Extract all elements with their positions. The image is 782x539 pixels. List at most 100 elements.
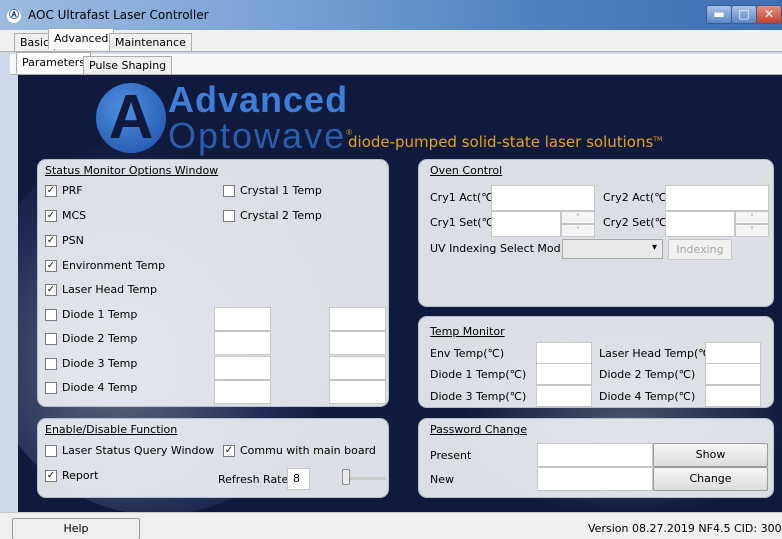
select-mode-label: Select Mode (500, 242, 560, 255)
checkbox-report-box[interactable]: ✓ (45, 469, 57, 482)
oven-control-title: Oven Control (430, 164, 503, 177)
logo-text-line2-word: Optowave (168, 115, 347, 156)
enable-disable-title: Enable/Disable Function (45, 423, 178, 436)
diode-3-temp-field (536, 385, 592, 407)
logo-tagline: diode-pumped solid-state laser solutions… (348, 133, 662, 151)
checkbox-diode-1-temp-box[interactable] (45, 308, 57, 321)
tab-parameters[interactable]: Parameters (16, 52, 91, 73)
cry1-set-field[interactable] (491, 211, 561, 237)
cry1-set-up-arrow[interactable]: ˄ (561, 211, 595, 224)
password-change-panel: Password Change Present Show New Change (418, 418, 774, 498)
cry1-act-label: Cry1 Act(℃) (430, 191, 498, 204)
checkbox-crystal-2-temp-box[interactable] (223, 209, 235, 222)
indexing-button[interactable]: Indexing (668, 239, 732, 260)
checkbox-laser-head-temp[interactable]: ✓ Laser Head Temp (45, 283, 157, 296)
env-temp-label: Env Temp(℃) (430, 347, 505, 360)
temp-monitor-panel: Temp Monitor Env Temp(℃) Laser Head Temp… (418, 316, 774, 408)
cry2-set-down-arrow[interactable]: ˅ (735, 224, 769, 237)
checkbox-environment-temp-box[interactable]: ✓ (45, 259, 57, 272)
diode-1-temp-field (536, 363, 592, 385)
show-password-button[interactable]: Show (653, 443, 768, 467)
checkbox-environment-temp-label: Environment Temp (62, 259, 166, 272)
uv-indexing-label: UV Indexing (430, 242, 497, 255)
cry1-set-down-arrow[interactable]: ˅ (561, 224, 595, 237)
checkbox-diode-3-temp-label: Diode 3 Temp (62, 357, 138, 370)
status-monitor-panel: Status Monitor Options Window ✓ PRF ✓ MCS … (37, 159, 389, 407)
checkbox-commu-main-board[interactable]: ✓ Commu with main board (223, 444, 376, 457)
checkbox-crystal-1-temp-box[interactable] (223, 184, 235, 197)
temp-monitor-title: Temp Monitor (430, 325, 505, 338)
tab-pulse-shaping[interactable]: Pulse Shaping (83, 56, 173, 74)
checkbox-diode-4-temp-label: Diode 4 Temp (62, 381, 138, 394)
checkbox-commu-main-board-box[interactable]: ✓ (223, 444, 235, 457)
diode-2-field-a[interactable] (214, 331, 271, 355)
checkbox-environment-temp[interactable]: ✓ Environment Temp (45, 259, 165, 272)
enable-disable-panel: Enable/Disable Function Laser Status Que… (37, 418, 389, 498)
checkbox-psn-box[interactable]: ✓ (45, 234, 57, 247)
checkbox-diode-2-temp-box[interactable] (45, 332, 57, 345)
diode-3-temp-label: Diode 3 Temp(℃) (430, 390, 527, 403)
parameters-panel: A Advanced Optowave® diode-pumped solid-… (18, 75, 782, 512)
checkbox-report[interactable]: ✓ Report (45, 469, 98, 482)
cry2-set-field[interactable] (665, 211, 735, 237)
refresh-rate-slider-track[interactable] (344, 477, 386, 480)
checkbox-crystal-2-temp[interactable]: Crystal 2 Temp (223, 209, 322, 222)
change-password-button[interactable]: Change (653, 467, 768, 491)
diode-2-temp-field (705, 363, 761, 385)
new-password-field[interactable] (537, 467, 653, 491)
version-info: Version 08.27.2019 NF4.5 CID: 300001 (588, 522, 782, 535)
checkbox-diode-2-temp-label: Diode 2 Temp (62, 332, 138, 345)
checkbox-diode-3-temp-box[interactable] (45, 357, 57, 370)
checkbox-laser-status-query-label: Laser Status Query Window (62, 444, 215, 457)
cry2-act-label: Cry2 Act(℃) (603, 191, 671, 204)
checkbox-crystal-1-temp-label: Crystal 1 Temp (240, 184, 322, 197)
diode-4-field-a[interactable] (214, 380, 271, 404)
logo-text-line2: Optowave® (168, 115, 354, 157)
password-change-title: Password Change (430, 423, 527, 436)
cry1-act-field[interactable] (491, 185, 595, 211)
diode-4-temp-label: Diode 4 Temp(℃) (599, 390, 696, 403)
checkbox-prf[interactable]: ✓ PRF (45, 184, 83, 197)
tab-maintenance[interactable]: Maintenance (109, 33, 192, 51)
refresh-rate-input[interactable]: 8 (287, 468, 310, 490)
checkbox-prf-box[interactable]: ✓ (45, 184, 57, 197)
diode-3-field-a[interactable] (214, 356, 271, 380)
refresh-rate-slider-thumb[interactable] (342, 469, 350, 485)
checkbox-laser-status-query[interactable]: Laser Status Query Window (45, 444, 214, 457)
checkbox-psn[interactable]: ✓ PSN (45, 234, 84, 247)
checkbox-mcs-label: MCS (62, 209, 87, 222)
help-button[interactable]: Help (12, 518, 140, 539)
diode-1-field-a[interactable] (214, 307, 271, 331)
present-password-field[interactable] (537, 443, 653, 467)
checkbox-diode-2-temp[interactable]: Diode 2 Temp (45, 332, 137, 345)
diode-4-temp-field (705, 385, 761, 407)
window-title: AOC Ultrafast Laser Controller (28, 8, 209, 22)
diode-4-field-b[interactable] (329, 380, 386, 404)
diode-3-field-b[interactable] (329, 356, 386, 380)
checkbox-mcs-box[interactable]: ✓ (45, 209, 57, 222)
checkbox-crystal-1-temp[interactable]: Crystal 1 Temp (223, 184, 322, 197)
title-bar: Ⓐ AOC Ultrafast Laser Controller ▬ □ ✕ (0, 0, 782, 30)
cry2-set-up-arrow[interactable]: ˄ (735, 211, 769, 224)
tab-advanced[interactable]: Advanced (48, 28, 115, 49)
maximize-button[interactable]: □ (731, 5, 757, 24)
cry2-act-field[interactable] (665, 185, 769, 211)
env-temp-field (536, 342, 592, 364)
diode-1-field-b[interactable] (329, 307, 386, 331)
minimize-button[interactable]: ▬ (706, 5, 732, 24)
close-button[interactable]: ✕ (756, 5, 782, 24)
logo-tagline-text: diode-pumped solid-state laser solutions (348, 133, 654, 151)
checkbox-mcs[interactable]: ✓ MCS (45, 209, 86, 222)
checkbox-laser-status-query-box[interactable] (45, 444, 57, 457)
checkbox-diode-1-temp[interactable]: Diode 1 Temp (45, 308, 137, 321)
sub-tab-bar: Parameters Pulse Shaping (10, 52, 782, 75)
new-password-label: New (430, 473, 454, 486)
checkbox-diode-4-temp[interactable]: Diode 4 Temp (45, 381, 137, 394)
checkbox-diode-4-temp-box[interactable] (45, 381, 57, 394)
checkbox-laser-head-temp-box[interactable]: ✓ (45, 283, 57, 296)
select-mode-dropdown[interactable]: ▾ (562, 239, 663, 259)
trademark-mark: TM (653, 136, 663, 143)
oven-control-panel: Oven Control Cry1 Act(℃) Cry2 Act(℃) Cry… (418, 159, 774, 307)
diode-2-field-b[interactable] (329, 331, 386, 355)
checkbox-diode-3-temp[interactable]: Diode 3 Temp (45, 357, 137, 370)
